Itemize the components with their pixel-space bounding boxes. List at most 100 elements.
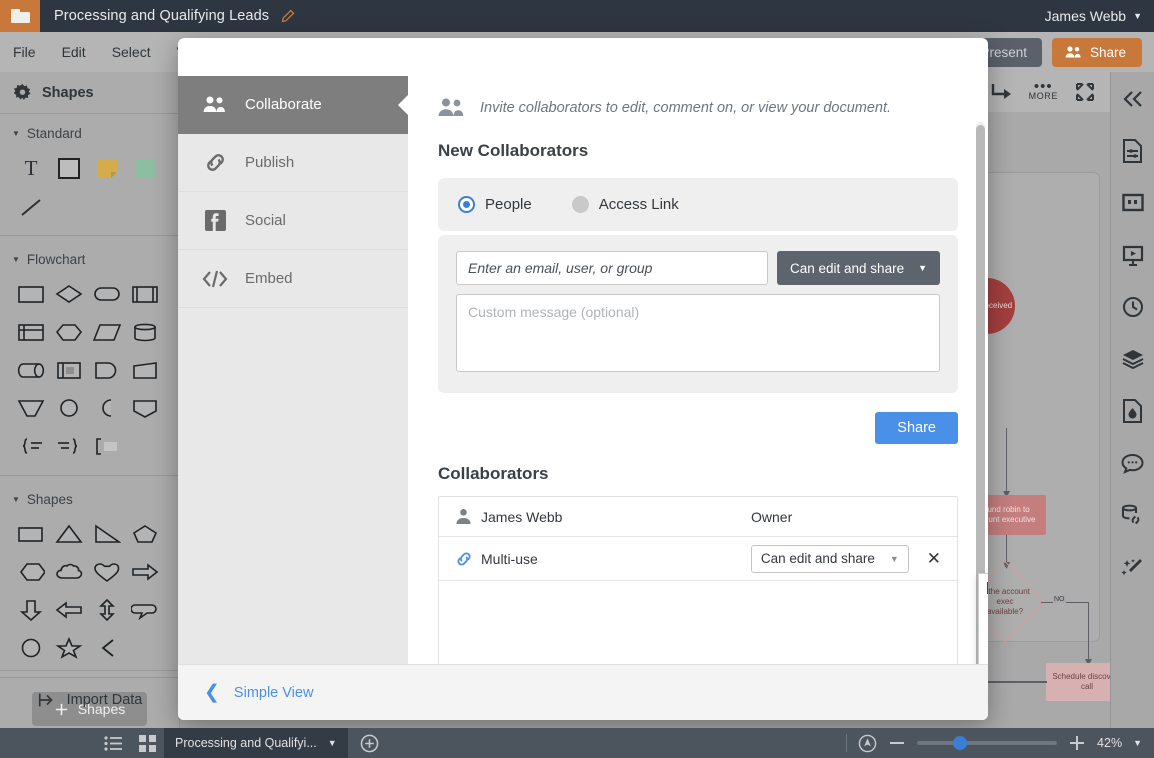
radio-access-link-input[interactable] bbox=[572, 196, 589, 213]
right-arrow-shape[interactable] bbox=[126, 553, 164, 591]
delay-shape[interactable] bbox=[88, 351, 126, 389]
new-collaborator-permission-button[interactable]: Can edit and share ▼ bbox=[777, 251, 940, 285]
magic-wand-icon[interactable] bbox=[1120, 554, 1146, 580]
pencil-icon[interactable] bbox=[280, 9, 295, 24]
page-tab[interactable]: Processing and Qualifyi... ▼ bbox=[164, 728, 348, 758]
fit-to-screen-icon[interactable] bbox=[858, 734, 877, 753]
square-shape[interactable] bbox=[50, 149, 88, 187]
right-triangle-shape[interactable] bbox=[88, 515, 126, 553]
modal-nav-label: Embed bbox=[245, 270, 293, 287]
circle-shape[interactable] bbox=[12, 629, 50, 667]
data-link-icon[interactable] bbox=[1120, 502, 1146, 528]
list-view-icon[interactable] bbox=[96, 728, 130, 758]
chevron-shape[interactable] bbox=[88, 629, 126, 667]
add-page-button[interactable] bbox=[360, 734, 379, 753]
direct-data-shape[interactable] bbox=[12, 351, 50, 389]
chevron-left-icon[interactable]: ❮ bbox=[204, 683, 220, 702]
layers-icon[interactable] bbox=[1120, 346, 1146, 372]
import-data-button[interactable]: Import Data bbox=[0, 670, 179, 728]
manual-input-shape[interactable] bbox=[126, 351, 164, 389]
elbow-connector-icon[interactable] bbox=[989, 82, 1013, 102]
zoom-in-button[interactable] bbox=[1068, 734, 1086, 752]
permission-option-can-view[interactable]: Can view bbox=[979, 643, 988, 664]
process-shape[interactable] bbox=[12, 275, 50, 313]
terminator-shape[interactable] bbox=[88, 275, 126, 313]
custom-message-textarea[interactable] bbox=[456, 294, 940, 372]
zoom-slider-handle[interactable] bbox=[953, 736, 967, 750]
predefined-process-shape[interactable] bbox=[126, 275, 164, 313]
modal-nav-item-social[interactable]: Social bbox=[178, 192, 408, 250]
menu-item-select[interactable]: Select bbox=[99, 44, 164, 60]
chat-icon[interactable] bbox=[1120, 450, 1146, 476]
section-header-flowchart[interactable]: ▼ Flowchart bbox=[0, 240, 179, 275]
permission-option-can-edit-and-share[interactable]: Can edit and share bbox=[979, 577, 988, 599]
cloud-shape[interactable] bbox=[50, 553, 88, 591]
menu-item-edit[interactable]: Edit bbox=[49, 44, 99, 60]
modal-nav-item-embed[interactable]: Embed bbox=[178, 250, 408, 308]
section-header-standard[interactable]: ▼ Standard bbox=[0, 114, 179, 149]
folder-icon[interactable] bbox=[0, 0, 40, 32]
shapes-panel-title: Shapes bbox=[42, 85, 94, 101]
heart-shape[interactable] bbox=[88, 553, 126, 591]
brace-right-shape[interactable] bbox=[12, 427, 50, 465]
note-shape[interactable] bbox=[88, 149, 126, 187]
pentagon-shape[interactable] bbox=[126, 515, 164, 553]
document-properties-icon[interactable] bbox=[1120, 138, 1146, 164]
green-square-shape[interactable] bbox=[126, 149, 164, 187]
share-submit-button[interactable]: Share bbox=[875, 412, 958, 444]
remove-collaborator-button[interactable]: ✕ bbox=[927, 549, 941, 569]
permission-option-can-edit[interactable]: Can edit bbox=[979, 599, 988, 621]
rectangle-shape[interactable] bbox=[12, 515, 50, 553]
radio-option-access-link[interactable]: Access Link bbox=[572, 196, 679, 213]
left-arrow-shape[interactable] bbox=[50, 591, 88, 629]
stored-data-shape[interactable] bbox=[50, 351, 88, 389]
right-icon-rail bbox=[1110, 72, 1154, 728]
zoom-slider[interactable] bbox=[917, 741, 1057, 745]
radio-people-label: People bbox=[485, 196, 532, 213]
zoom-out-button[interactable] bbox=[888, 736, 906, 750]
menu-item-file[interactable]: File bbox=[0, 44, 49, 60]
theme-icon[interactable] bbox=[1120, 398, 1146, 424]
collapse-chevrons-icon[interactable] bbox=[1120, 86, 1146, 112]
revision-history-icon[interactable] bbox=[1120, 294, 1146, 320]
section-label: Shapes bbox=[27, 492, 73, 507]
database-shape[interactable] bbox=[126, 313, 164, 351]
chevron-down-icon[interactable]: ▼ bbox=[1133, 738, 1142, 748]
simple-view-link[interactable]: Simple View bbox=[234, 685, 314, 701]
email-input[interactable] bbox=[456, 251, 768, 285]
comment-quote-icon[interactable] bbox=[1120, 190, 1146, 216]
section-header-shapes[interactable]: ▼ Shapes bbox=[0, 480, 179, 515]
radio-people-input[interactable] bbox=[458, 196, 475, 213]
grid-view-icon[interactable] bbox=[130, 728, 164, 758]
presentation-icon[interactable] bbox=[1120, 242, 1146, 268]
modal-nav-item-collaborate[interactable]: Collaborate bbox=[178, 76, 408, 134]
data-shape[interactable] bbox=[88, 313, 126, 351]
brace-left-shape[interactable] bbox=[50, 427, 88, 465]
bracket-shape[interactable] bbox=[88, 427, 126, 465]
manual-operation-shape[interactable] bbox=[12, 389, 50, 427]
preparation-shape[interactable] bbox=[50, 313, 88, 351]
user-menu[interactable]: James Webb ▼ bbox=[1045, 8, 1142, 24]
triangle-shape[interactable] bbox=[50, 515, 88, 553]
off-page-shape[interactable] bbox=[88, 389, 126, 427]
text-shape[interactable]: T bbox=[12, 149, 50, 187]
fullscreen-icon[interactable] bbox=[1074, 81, 1096, 103]
decision-shape[interactable] bbox=[50, 275, 88, 313]
more-button[interactable]: ••• MORE bbox=[1029, 83, 1058, 101]
star-shape[interactable] bbox=[50, 629, 88, 667]
callout-shape[interactable] bbox=[126, 591, 164, 629]
extract-shape[interactable] bbox=[126, 389, 164, 427]
internal-storage-shape[interactable] bbox=[12, 313, 50, 351]
permission-option-can-comment[interactable]: Can comment bbox=[979, 621, 988, 643]
line-shape[interactable] bbox=[12, 187, 50, 225]
collaborator-permission-select[interactable]: Can edit and share ▼ bbox=[751, 545, 909, 573]
up-down-arrow-shape[interactable] bbox=[88, 591, 126, 629]
schedule-discovery-node[interactable]: Schedule discovery call bbox=[1046, 663, 1110, 701]
down-arrow-shape[interactable] bbox=[12, 591, 50, 629]
connector-circle-shape[interactable] bbox=[50, 389, 88, 427]
close-icon[interactable]: ✕ bbox=[951, 46, 969, 67]
modal-nav-item-publish[interactable]: Publish bbox=[178, 134, 408, 192]
hexagon-shape[interactable] bbox=[12, 553, 50, 591]
radio-option-people[interactable]: People bbox=[458, 196, 532, 213]
share-button-top[interactable]: Share bbox=[1052, 38, 1142, 67]
